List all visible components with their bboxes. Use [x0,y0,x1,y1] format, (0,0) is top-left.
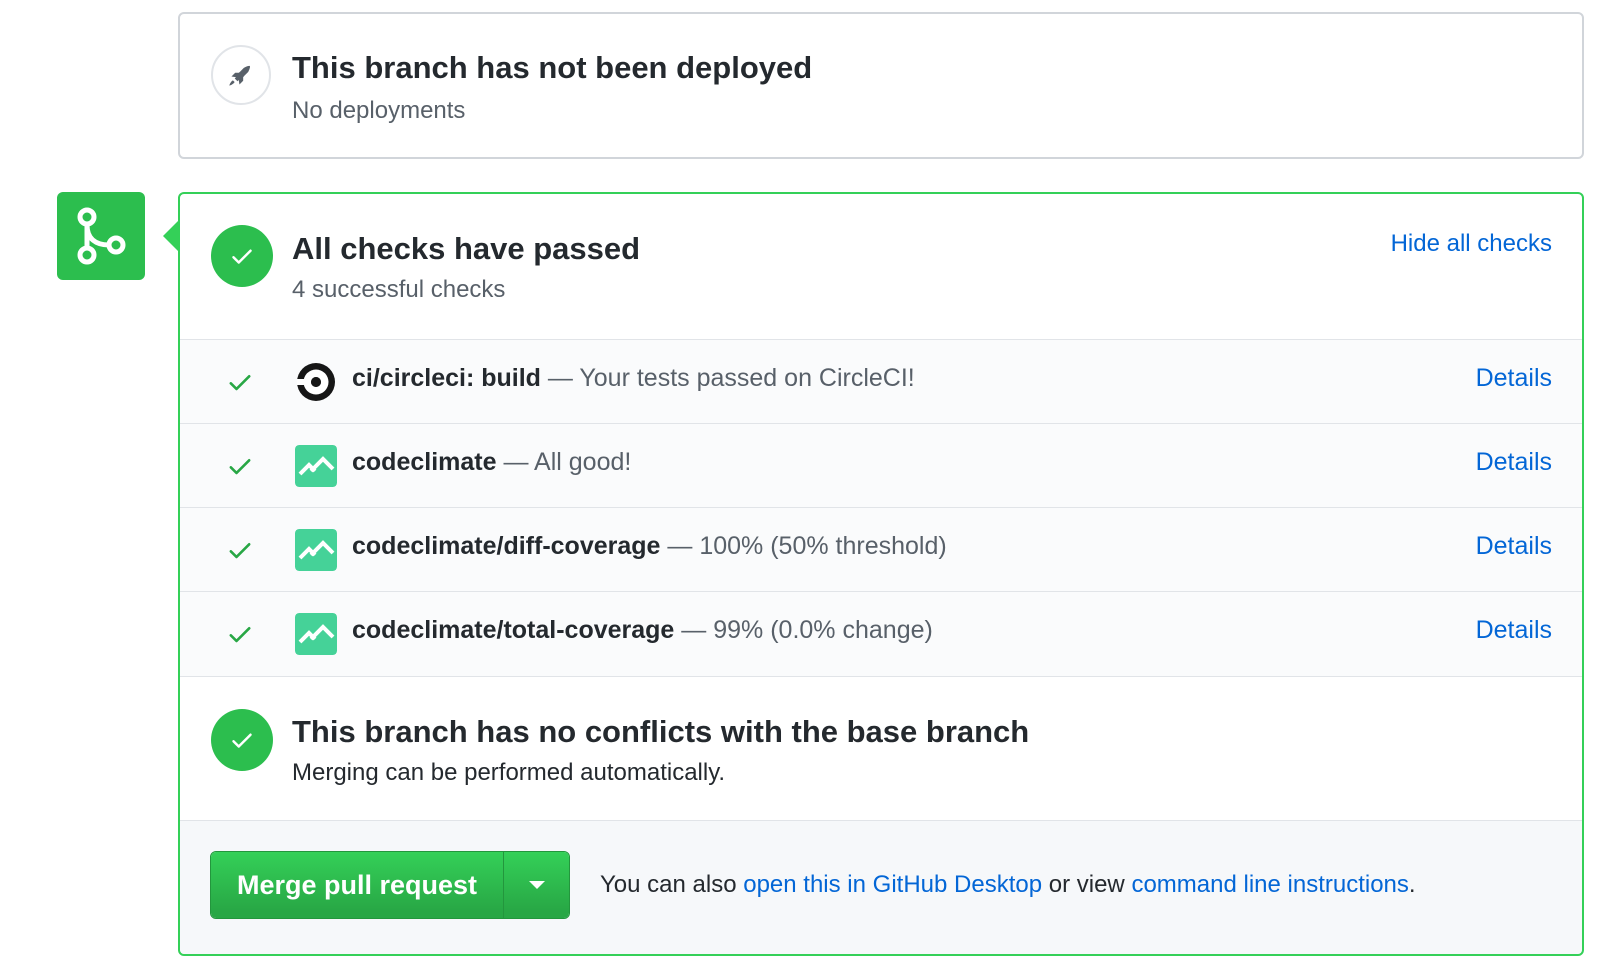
check-icon [229,375,251,391]
merge-method-dropdown-button[interactable] [503,852,570,918]
check-details-link[interactable]: Details [1476,616,1552,645]
codeclimate-icon [295,445,337,487]
circleci-icon [297,363,335,401]
conflicts-success-icon [211,709,273,771]
hide-all-checks-link[interactable]: Hide all checks [1391,230,1552,258]
git-merge-icon [77,207,126,265]
check-icon [232,249,252,264]
codeclimate-icon [295,613,337,655]
check-row: codeclimate — All good! Details [180,424,1582,508]
check-icon [232,733,252,748]
check-text: codeclimate/diff-coverage — 100% (50% th… [352,532,947,561]
rocket-icon [229,65,251,86]
check-icon [229,627,251,643]
check-name: codeclimate [352,448,497,476]
merge-footer: Merge pull request You can also open thi… [180,820,1582,954]
checks-success-icon [211,225,273,287]
merge-box-pointer [163,220,179,252]
check-name: codeclimate/diff-coverage [352,532,661,560]
merge-pull-request-button[interactable]: Merge pull request [211,852,504,918]
checks-title: All checks have passed [292,231,641,266]
check-row: ci/circleci: build — Your tests passed o… [180,340,1582,424]
check-details-link[interactable]: Details [1476,364,1552,393]
merge-text-prefix: You can also [600,871,737,898]
check-text: ci/circleci: build — Your tests passed o… [352,364,915,393]
check-icon [229,543,251,559]
deployment-status-box: This branch has not been deployed No dep… [178,12,1584,159]
command-line-instructions-link[interactable]: command line instructions [1131,871,1408,898]
deployment-icon-circle [211,45,271,105]
check-list: ci/circleci: build — Your tests passed o… [180,339,1582,677]
deployment-title: This branch has not been deployed [292,50,813,85]
open-in-desktop-link[interactable]: open this in GitHub Desktop [743,871,1042,898]
caret-down-icon [528,881,545,889]
check-icon [229,459,251,475]
check-text: codeclimate — All good! [352,448,631,477]
codeclimate-icon [295,529,337,571]
check-description: — All good! [503,448,632,476]
merge-status-box: All checks have passed 4 successful chec… [178,192,1584,956]
check-details-link[interactable]: Details [1476,448,1552,477]
conflicts-section: This branch has no conflicts with the ba… [180,679,1582,819]
merge-alternatives-text: You can also open this in GitHub Desktop… [600,871,1416,899]
check-text: codeclimate/total-coverage — 99% (0.0% c… [352,616,933,645]
check-details-link[interactable]: Details [1476,532,1552,561]
merge-text-suffix: . [1408,871,1416,898]
merge-text-middle: or view [1048,871,1125,898]
check-row: codeclimate/diff-coverage — 100% (50% th… [180,508,1582,592]
git-merge-icon-badge [57,192,145,280]
checks-subtitle: 4 successful checks [292,276,506,303]
merge-button-group: Merge pull request [210,851,571,919]
check-description: — Your tests passed on CircleCI! [547,364,915,392]
check-name: ci/circleci: build [352,364,541,392]
conflicts-title: This branch has no conflicts with the ba… [292,714,1030,749]
check-description: — 99% (0.0% change) [681,616,933,644]
check-name: codeclimate/total-coverage [352,616,675,644]
deployment-subtitle: No deployments [292,97,466,124]
check-row: codeclimate/total-coverage — 99% (0.0% c… [180,592,1582,676]
conflicts-subtitle: Merging can be performed automatically. [292,759,726,786]
check-description: — 100% (50% threshold) [667,532,947,560]
